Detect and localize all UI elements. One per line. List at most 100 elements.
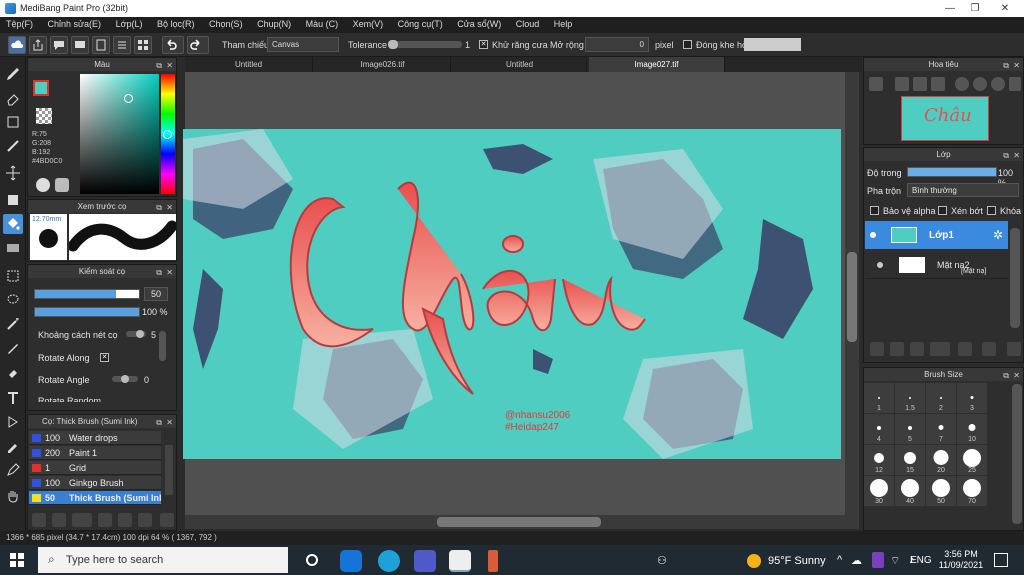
- layer-settings-icon[interactable]: ✲: [993, 228, 1003, 242]
- shape-tool-icon[interactable]: [3, 112, 23, 132]
- expand-input[interactable]: 0: [585, 37, 649, 52]
- close-gap-value[interactable]: [744, 38, 801, 51]
- layer-row-lop1[interactable]: Lớp1 ✲: [865, 221, 1008, 249]
- saturation-value-picker[interactable]: [80, 74, 159, 194]
- windows-start-icon[interactable]: [10, 553, 24, 567]
- new-8bit-layer-icon[interactable]: [910, 342, 924, 356]
- brush-size-20[interactable]: 20: [926, 445, 956, 475]
- text-tool-icon[interactable]: [3, 388, 23, 408]
- edge-app-icon[interactable]: [378, 550, 400, 572]
- task-view-icon[interactable]: [306, 554, 318, 566]
- gradient-tool-icon[interactable]: [3, 238, 23, 258]
- list-icon[interactable]: [113, 36, 131, 54]
- navigator-thumbnail[interactable]: Châu: [901, 96, 989, 141]
- brush-add-icon[interactable]: [32, 513, 46, 527]
- picker-cursor[interactable]: [124, 94, 133, 103]
- comment-icon[interactable]: [71, 36, 89, 54]
- brush-size-7[interactable]: 7: [926, 414, 956, 444]
- pencil-app-icon[interactable]: [488, 550, 498, 572]
- menu-layer[interactable]: Lớp(L): [110, 17, 149, 29]
- menu-window[interactable]: Cửa sổ(W): [451, 17, 507, 29]
- brush-folder-icon[interactable]: [118, 513, 132, 527]
- brush-opacity-slider[interactable]: [34, 307, 140, 317]
- language-indicator[interactable]: ENG: [910, 555, 932, 566]
- brush-size-70[interactable]: 70: [957, 476, 987, 506]
- foreground-color-swatch[interactable]: [33, 80, 49, 96]
- color-wheel-icon[interactable]: [36, 178, 50, 192]
- brush-size-1-5[interactable]: 1.5: [895, 383, 925, 413]
- medibang-app-icon[interactable]: [449, 550, 471, 572]
- bucket-tool-icon[interactable]: [3, 214, 23, 234]
- menu-color[interactable]: Màu (C): [300, 17, 345, 29]
- move-tool-icon[interactable]: [3, 163, 23, 183]
- selection-tool-icon[interactable]: [3, 266, 23, 286]
- brush-size-5[interactable]: 5: [895, 414, 925, 444]
- menu-cloud[interactable]: Cloud: [510, 17, 546, 29]
- select-pen-tool-icon[interactable]: [3, 338, 23, 358]
- brush-size-3[interactable]: 3: [957, 383, 987, 413]
- tab-untitled-1[interactable]: Untitled: [185, 57, 313, 72]
- weather-text[interactable]: 95°F Sunny: [768, 555, 826, 567]
- brush-item-thick-brush-selected[interactable]: 50 Thick Brush (Sumi Ink): [29, 491, 161, 505]
- zoom-in-icon[interactable]: [895, 77, 909, 91]
- people-icon[interactable]: ⚇: [657, 554, 667, 567]
- hand-tool-icon[interactable]: [3, 486, 23, 506]
- menu-select[interactable]: Chọn(S): [203, 17, 249, 29]
- float-icon[interactable]: ⧉: [1003, 369, 1009, 382]
- clipping-checkbox[interactable]: [938, 206, 947, 215]
- brush-size-40[interactable]: 40: [895, 476, 925, 506]
- layer-visibility-icon[interactable]: [877, 262, 883, 268]
- taskbar-search-box[interactable]: ⌕ Type here to search: [38, 547, 288, 573]
- panel-close-icon[interactable]: ✕: [166, 201, 173, 214]
- rotate-left-icon[interactable]: [955, 77, 969, 91]
- menu-filter[interactable]: Bộ lọc(R): [151, 17, 201, 29]
- workspace-vertical-scrollbar[interactable]: [845, 72, 859, 529]
- hue-cursor[interactable]: [163, 130, 172, 139]
- brush-menu-icon[interactable]: [72, 513, 92, 527]
- rotate-right-icon[interactable]: [991, 77, 1005, 91]
- brush-tool-icon[interactable]: [3, 64, 23, 84]
- menu-file[interactable]: Tệp(F): [0, 17, 39, 29]
- workspace-horizontal-scrollbar[interactable]: [185, 515, 845, 529]
- tab-image027-active[interactable]: Image027.tif: [589, 57, 725, 72]
- app-tray-icon[interactable]: [872, 552, 884, 568]
- operation-tool-icon[interactable]: [3, 412, 23, 432]
- brush-item-water-drops[interactable]: 100 Water drops: [29, 431, 161, 445]
- brush-delete-icon[interactable]: [160, 513, 174, 527]
- teams-app-icon[interactable]: [414, 550, 436, 572]
- brush-size-25[interactable]: 25: [957, 445, 987, 475]
- brush-size-2[interactable]: 2: [926, 383, 956, 413]
- blend-mode-select[interactable]: Bình thường: [907, 183, 1019, 197]
- brush-new-icon[interactable]: [52, 513, 66, 527]
- layer-opacity-slider[interactable]: [907, 167, 997, 177]
- brush-size-4[interactable]: 4: [864, 414, 894, 444]
- tab-untitled-2[interactable]: Untitled: [453, 57, 587, 72]
- menu-view[interactable]: Xem(V): [347, 17, 390, 29]
- pen-tool-icon[interactable]: [3, 460, 23, 480]
- line-tool-icon[interactable]: [3, 136, 23, 156]
- wifi-icon[interactable]: ⌔: [890, 554, 900, 568]
- onedrive-icon[interactable]: ☁: [851, 554, 862, 567]
- new-halftone-layer-icon[interactable]: [890, 342, 904, 356]
- brush-item-grid[interactable]: 1 Grid: [29, 461, 161, 475]
- rotate-angle-slider[interactable]: [112, 375, 138, 383]
- float-icon[interactable]: ⧉: [156, 416, 162, 429]
- panel-close-icon[interactable]: ✕: [166, 416, 173, 429]
- reference-select[interactable]: Canvas: [267, 37, 339, 52]
- rect-fill-tool-icon[interactable]: [3, 190, 23, 210]
- brush-size-10[interactable]: 10: [957, 414, 987, 444]
- panel-close-icon[interactable]: ✕: [1013, 149, 1020, 162]
- zalo-app-icon[interactable]: [340, 550, 362, 572]
- undo-icon[interactable]: [162, 36, 184, 54]
- cloud-icon[interactable]: [8, 36, 26, 54]
- lock-checkbox[interactable]: [987, 206, 996, 215]
- tolerance-slider[interactable]: [388, 40, 462, 49]
- brush-size-30[interactable]: 30: [864, 476, 894, 506]
- brush-size-1[interactable]: 1: [864, 383, 894, 413]
- float-icon[interactable]: ⧉: [156, 201, 162, 214]
- antialias-checkbox[interactable]: ✕: [479, 40, 488, 49]
- menu-help[interactable]: Help: [548, 17, 579, 29]
- spacing-slider[interactable]: [126, 330, 146, 338]
- eraser-tool-icon[interactable]: [3, 88, 23, 108]
- drawing-canvas[interactable]: @nhansu2006 #Heidap247: [183, 129, 841, 459]
